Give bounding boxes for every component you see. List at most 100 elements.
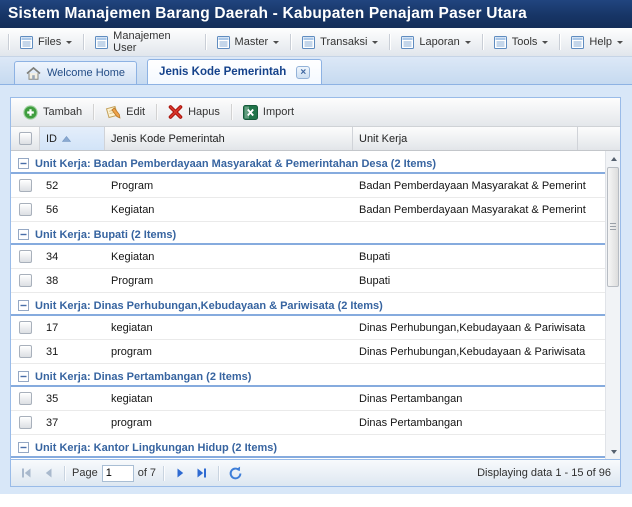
table-row[interactable]: 37 program Dinas Pertambangan: [11, 411, 605, 435]
group-section: Unit Kerja: Dinas Perhubungan,Kebudayaan…: [11, 297, 605, 364]
edit-icon: [105, 105, 121, 120]
vertical-scrollbar[interactable]: [605, 151, 620, 459]
sort-asc-icon: [62, 135, 71, 142]
app-window: Sistem Manajemen Barang Daerah - Kabupat…: [0, 0, 632, 507]
row-checkbox[interactable]: [19, 203, 32, 216]
cell-jenis: kegiatan: [111, 321, 153, 334]
row-checkbox[interactable]: [19, 392, 32, 405]
scroll-down-button[interactable]: [606, 444, 620, 459]
cell-id: 37: [46, 416, 59, 429]
import-button[interactable]: Import: [237, 102, 300, 123]
add-icon: [23, 104, 38, 120]
row-checkbox-cell: [11, 392, 40, 405]
cell-id: 31: [46, 345, 59, 358]
menu-item-help[interactable]: Help: [565, 32, 629, 53]
column-header-id[interactable]: ID: [40, 127, 105, 150]
dropdown-caret-icon: [273, 41, 280, 47]
menu-item-label: Tools: [511, 36, 538, 48]
menu-list-icon: [302, 35, 316, 49]
toolbar-separator: [156, 104, 158, 120]
row-checkbox[interactable]: [19, 250, 32, 263]
group-collapse-icon: [18, 158, 29, 169]
cell-jenis: kegiatan: [111, 392, 153, 405]
table-row[interactable]: 35 kegiatan Dinas Pertambangan: [11, 387, 605, 411]
menu-item-label: Laporan: [419, 36, 460, 48]
next-page-button[interactable]: [171, 464, 189, 482]
dropdown-caret-icon: [372, 41, 379, 47]
menu-list-icon: [493, 35, 507, 49]
dropdown-caret-icon: [464, 41, 471, 47]
column-header-jenis-label: Jenis Kode Pemerintah: [111, 132, 225, 145]
table-row[interactable]: 34 Kegiatan Bupati: [11, 245, 605, 269]
tab-jenis-kode-pemerintah[interactable]: Jenis Kode Pemerintah ×: [147, 59, 323, 84]
first-page-button[interactable]: [17, 464, 35, 482]
page-number-input[interactable]: [101, 464, 134, 482]
table-row[interactable]: 17 kegiatan Dinas Perhubungan,Kebudayaan &…: [11, 316, 605, 340]
toolbar-button-label: Import: [262, 106, 295, 118]
column-header-unit-kerja[interactable]: Unit Kerja: [353, 127, 578, 150]
menu-separator: [481, 34, 483, 50]
scroll-down-arrow-icon: [610, 449, 617, 457]
hapus-button[interactable]: Hapus: [162, 102, 226, 122]
next-page-icon: [173, 466, 187, 480]
group-header[interactable]: Unit Kerja: Dinas Perhubungan,Kebudayaan…: [11, 297, 605, 316]
table-row[interactable]: 52 Program Badan Pemberdayaan Masyarakat &…: [11, 174, 605, 198]
menu-item-manajemen-user[interactable]: Manajemen User: [89, 26, 199, 58]
group-header-label: Unit Kerja: Bupati (2 Items): [35, 228, 177, 241]
table-row[interactable]: 56 Kegiatan Badan Pemberdayaan Masyarakat …: [11, 198, 605, 222]
tab-welcome-home[interactable]: Welcome Home: [14, 61, 138, 84]
page-label: Page: [72, 467, 98, 479]
cell-id: 34: [46, 250, 59, 263]
menu-item-files[interactable]: Files: [14, 32, 78, 53]
last-page-button[interactable]: [193, 464, 211, 482]
menu-item-transaksi[interactable]: Transaksi: [296, 32, 384, 53]
row-checkbox[interactable]: [19, 274, 32, 287]
row-checkbox[interactable]: [19, 345, 32, 358]
tab-close-icon[interactable]: ×: [296, 65, 311, 79]
group-collapse-icon: [18, 442, 29, 453]
grid-body: Unit Kerja: Badan Pemberdayaan Masyaraka…: [11, 151, 620, 459]
app-title-bar: Sistem Manajemen Barang Daerah - Kabupat…: [0, 0, 632, 28]
table-row[interactable]: 38 Program Bupati: [11, 269, 605, 293]
scroll-up-button[interactable]: [606, 151, 620, 166]
group-header[interactable]: Unit Kerja: Badan Pemberdayaan Masyaraka…: [11, 155, 605, 174]
group-header[interactable]: Unit Kerja: Bupati (2 Items): [11, 226, 605, 245]
tab-bar: Welcome Home Jenis Kode Pemerintah ×: [0, 57, 632, 85]
row-checkbox[interactable]: [19, 321, 32, 334]
menu-item-laporan[interactable]: Laporan: [395, 32, 476, 53]
grid-toolbar: Tambah Edit Hapus Import: [11, 98, 620, 127]
tambah-button[interactable]: Tambah: [17, 102, 88, 123]
column-header-unit-label: Unit Kerja: [359, 132, 408, 145]
menu-item-tools[interactable]: Tools: [488, 32, 555, 53]
previous-page-button[interactable]: [39, 464, 57, 482]
menu-separator: [559, 34, 561, 50]
scrollbar-thumb[interactable]: [607, 167, 619, 287]
group-section: Unit Kerja: Dinas Pertambangan (2 Items)…: [11, 368, 605, 435]
cell-unit: Badan Pemberdayaan Masyarakat & Pemerint: [359, 203, 586, 216]
row-checkbox[interactable]: [19, 416, 32, 429]
refresh-button[interactable]: [226, 464, 244, 482]
table-row[interactable]: 31 program Dinas Perhubungan,Kebudayaan & …: [11, 340, 605, 364]
group-collapse-icon: [18, 229, 29, 240]
excel-icon: [242, 104, 258, 120]
row-checkbox[interactable]: [19, 179, 32, 192]
group-collapse-icon: [18, 300, 29, 311]
refresh-icon: [228, 466, 243, 481]
paging-separator: [163, 465, 165, 481]
dropdown-caret-icon: [542, 41, 549, 47]
delete-icon: [168, 105, 183, 119]
column-header-jenis-kode-pemerintah[interactable]: Jenis Kode Pemerintah: [105, 127, 353, 150]
cell-unit: Bupati: [359, 274, 391, 287]
select-all-checkbox[interactable]: [18, 132, 32, 145]
group-header[interactable]: Unit Kerja: Dinas Pertambangan (2 Items): [11, 368, 605, 387]
cell-id: 52: [46, 179, 59, 192]
cell-unit: Dinas Perhubungan,Kebudayaan & Pariwisat…: [359, 345, 586, 358]
row-checkbox-cell: [11, 416, 40, 429]
previous-page-icon: [41, 466, 55, 480]
row-checkbox-cell: [11, 345, 40, 358]
menu-item-master[interactable]: Master: [211, 32, 286, 53]
row-checkbox-cell: [11, 274, 40, 287]
edit-button[interactable]: Edit: [99, 102, 151, 123]
row-checkbox-cell: [11, 321, 40, 334]
group-header[interactable]: Unit Kerja: Kantor Lingkungan Hidup (2 I…: [11, 439, 605, 458]
